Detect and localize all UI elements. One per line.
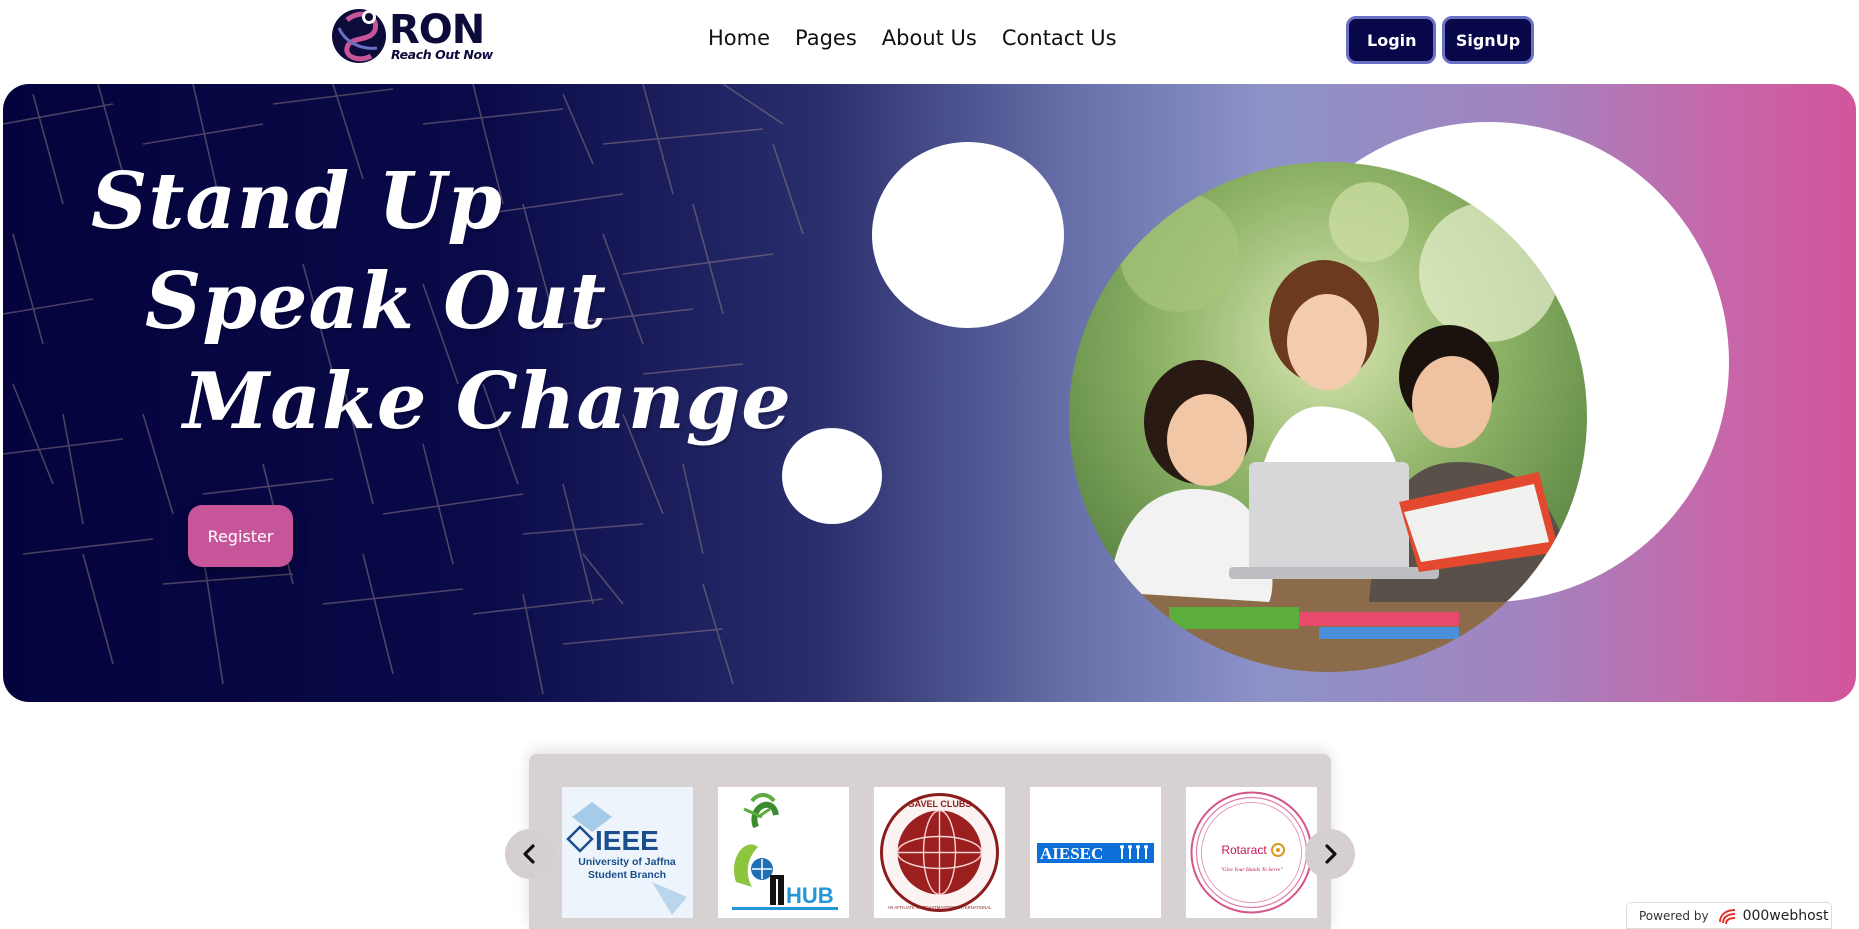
hero-headline-line3: Make Change bbox=[183, 356, 792, 447]
ron-logo-icon bbox=[332, 9, 386, 63]
ieee-logo-icon: IEEE University of Jaffna Student Branch bbox=[562, 787, 693, 918]
decorative-circle-small bbox=[782, 428, 882, 524]
svg-text:AIESEC: AIESEC bbox=[1040, 844, 1103, 863]
gavel-clubs-logo-icon: GAVEL CLUBS AN AFFILIATE OF TOASTMASTERS… bbox=[874, 787, 1005, 918]
partner-logo-iihub[interactable]: HUB bbox=[718, 787, 849, 918]
aiesec-logo-icon: AIESEC bbox=[1030, 787, 1161, 918]
powered-by-badge[interactable]: Powered by 000webhost bbox=[1626, 902, 1832, 929]
powered-by-brand: 000webhost bbox=[1742, 907, 1829, 924]
nav-contact-us[interactable]: Contact Us bbox=[1002, 26, 1117, 50]
partner-logo-rotaract[interactable]: Rotaract "Give Your Hands To Serve" bbox=[1186, 787, 1317, 918]
auth-buttons: Login SignUp bbox=[1346, 16, 1534, 64]
svg-text:AN AFFILIATE OF TOASTMASTERS I: AN AFFILIATE OF TOASTMASTERS INTERNATION… bbox=[888, 905, 992, 910]
svg-text:GAVEL CLUBS: GAVEL CLUBS bbox=[908, 799, 972, 809]
main-nav: Home Pages About Us Contact Us bbox=[708, 26, 1142, 50]
partner-carousel: IEEE University of Jaffna Student Branch… bbox=[529, 754, 1331, 929]
site-header: RON Reach Out Now Home Pages About Us Co… bbox=[0, 0, 1859, 80]
iihub-logo-icon: HUB bbox=[718, 787, 849, 918]
svg-text:University of Jaffna: University of Jaffna bbox=[578, 856, 676, 868]
login-button[interactable]: Login bbox=[1346, 16, 1436, 64]
partner-logo-ieee[interactable]: IEEE University of Jaffna Student Branch bbox=[562, 787, 693, 918]
chevron-right-icon bbox=[1325, 844, 1337, 864]
powered-by-label: Powered by bbox=[1639, 908, 1709, 923]
hero-headline-line1: Stand Up bbox=[91, 156, 503, 247]
brand-name: RON bbox=[389, 7, 485, 53]
hero-headline-line2: Speak Out bbox=[145, 256, 607, 347]
svg-text:HUB: HUB bbox=[786, 883, 834, 908]
nav-home[interactable]: Home bbox=[708, 26, 770, 50]
nav-pages[interactable]: Pages bbox=[795, 26, 857, 50]
hero-banner: Stand Up Speak Out Make Change Register bbox=[3, 84, 1856, 702]
decorative-circle-medium bbox=[872, 142, 1064, 328]
carousel-next-button[interactable] bbox=[1305, 829, 1355, 879]
partner-logo-gavel-clubs[interactable]: GAVEL CLUBS AN AFFILIATE OF TOASTMASTERS… bbox=[874, 787, 1005, 918]
brand-logo[interactable]: RON Reach Out Now bbox=[331, 6, 501, 68]
svg-text:"Give Your Hands To Serve": "Give Your Hands To Serve" bbox=[1220, 867, 1283, 873]
nav-about-us[interactable]: About Us bbox=[882, 26, 977, 50]
svg-text:IEEE: IEEE bbox=[595, 825, 659, 856]
svg-text:Rotaract: Rotaract bbox=[1221, 843, 1267, 857]
chevron-left-icon bbox=[523, 844, 535, 864]
register-button[interactable]: Register bbox=[188, 505, 293, 567]
svg-text:Student Branch: Student Branch bbox=[588, 869, 666, 881]
students-photo bbox=[1069, 162, 1587, 672]
carousel-prev-button[interactable] bbox=[505, 829, 555, 879]
webhost-logo-icon bbox=[1718, 908, 1735, 924]
rotaract-logo-icon: Rotaract "Give Your Hands To Serve" bbox=[1186, 787, 1317, 918]
partner-logo-aiesec[interactable]: AIESEC bbox=[1030, 787, 1161, 918]
signup-button[interactable]: SignUp bbox=[1442, 16, 1534, 64]
brand-tagline: Reach Out Now bbox=[391, 47, 493, 62]
